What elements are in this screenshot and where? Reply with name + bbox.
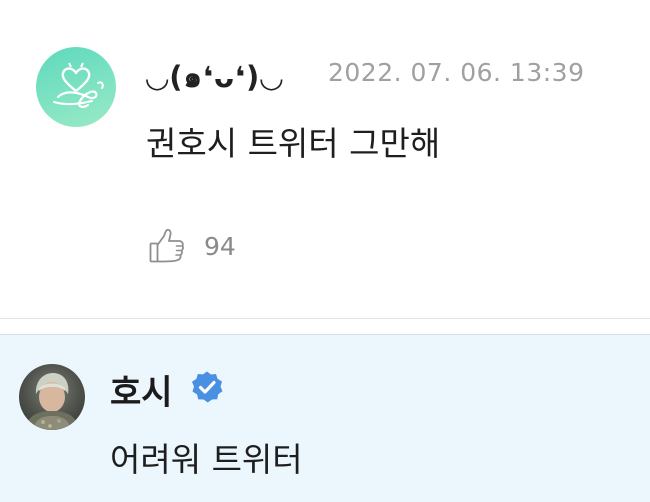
divider xyxy=(0,318,650,319)
like-count: 94 xyxy=(204,231,236,261)
avatar[interactable] xyxy=(19,364,85,430)
like-button[interactable]: 94 xyxy=(148,226,236,266)
reply-author-name[interactable]: 호시 xyxy=(110,365,173,414)
comment-author-name[interactable]: ◡(๑❛ᴗ❛)◡ xyxy=(146,54,284,100)
comment-item: ◡(๑❛ᴗ❛)◡ 2022. 07. 06. 13:39 권호시 트위터 그만해… xyxy=(0,0,650,318)
thumbs-up-icon xyxy=(149,228,184,263)
comment-text: 권호시 트위터 그만해 xyxy=(146,124,441,163)
verified-badge-icon xyxy=(192,371,223,403)
profile-photo-icon xyxy=(25,373,79,430)
reply-item: 호시 어려워 트위터 xyxy=(0,334,650,502)
heart-doodle-icon xyxy=(53,62,104,108)
comment-timestamp: 2022. 07. 06. 13:39 xyxy=(328,58,585,87)
reply-text: 어려워 트위터 xyxy=(110,440,303,479)
avatar[interactable] xyxy=(36,47,116,127)
comment-thread: ◡(๑❛ᴗ❛)◡ 2022. 07. 06. 13:39 권호시 트위터 그만해… xyxy=(0,0,650,502)
